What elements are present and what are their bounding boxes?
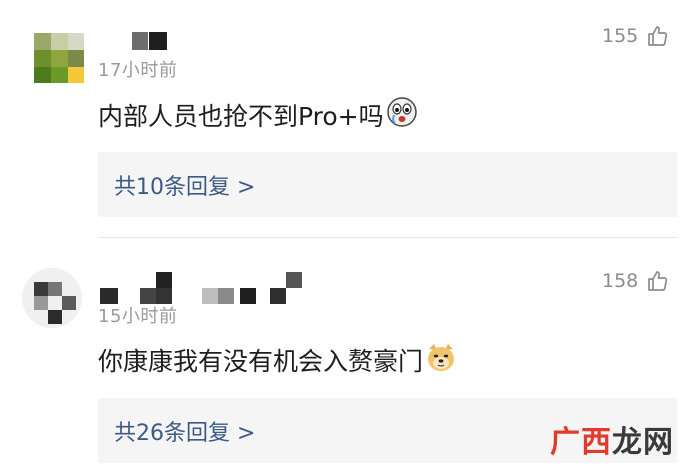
- view-replies-button[interactable]: 共10条回复 >: [98, 152, 677, 217]
- replies-label: 共10条回复 >: [114, 174, 256, 200]
- comment-text: 内部人员也抢不到Pro+吗: [98, 97, 418, 133]
- like-count: 158: [602, 270, 639, 292]
- site-watermark: 广西龙网: [550, 425, 674, 460]
- username-redacted[interactable]: [132, 32, 172, 52]
- comment-time: 17小时前: [98, 60, 178, 81]
- crying-face-emoji-icon: [386, 96, 418, 134]
- doge-emoji-icon: [425, 341, 457, 379]
- comment-text: 你康康我有没有机会入赘豪门: [98, 342, 457, 378]
- avatar[interactable]: [34, 33, 84, 83]
- comment-1: 17小时前 155 内部人员也抢不到Pro+吗 共10条回复 >: [0, 0, 700, 237]
- like-button[interactable]: 158: [602, 269, 670, 293]
- avatar[interactable]: [22, 268, 82, 328]
- replies-label: 共26条回复 >: [114, 420, 256, 446]
- thumbs-up-icon: [646, 269, 670, 293]
- like-button[interactable]: 155: [602, 24, 670, 48]
- thumbs-up-icon: [646, 24, 670, 48]
- comment-time: 15小时前: [98, 306, 178, 327]
- like-count: 155: [602, 25, 639, 47]
